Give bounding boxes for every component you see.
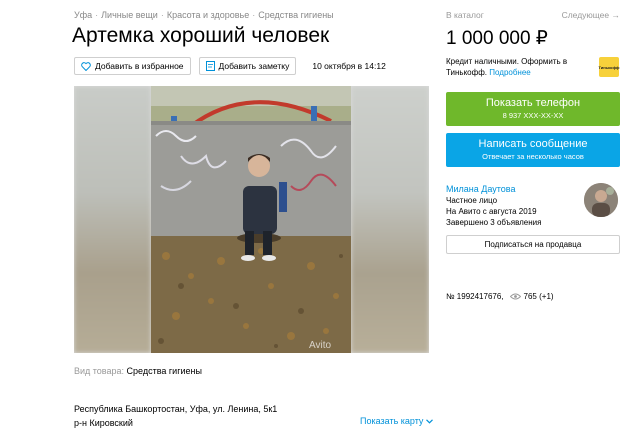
gallery-blur-right [351,86,429,353]
address-line: Республика Башкортостан, Уфа, ул. Ленина… [74,404,278,414]
photo-gallery[interactable]: Avito [74,86,429,353]
sidebar-nav: В каталог Следующее → [446,10,620,20]
breadcrumb-item-hygiene[interactable]: Средства гигиены [258,10,333,20]
listing-actions: Добавить в избранное Добавить заметку 10… [74,57,386,75]
seller-name-link[interactable]: Милана Даутова [446,184,515,194]
seller-closed-ads: Завершено 3 объявления [446,218,542,227]
subscribe-seller-button[interactable]: Подписаться на продавца [446,235,620,254]
phone-masked: 8 937 XXX-XX-XX [502,111,564,120]
add-note-button[interactable]: Добавить заметку [198,57,297,75]
item-type-value: Средства гигиены [126,366,202,376]
show-map-label: Показать карту [360,416,424,426]
catalog-link[interactable]: В каталог [446,10,484,20]
gallery-blur-left [74,86,151,353]
breadcrumb-separator: · [95,10,99,20]
page-title: Артемка хороший человек [72,24,330,47]
breadcrumb: Уфа · Личные вещи · Красота и здоровье · Средс… [74,10,334,20]
price: 1 000 000 ₽ [446,28,548,49]
seller-since: На Авито с августа 2019 [446,207,537,216]
publish-date: 10 октября в 14:12 [312,61,386,71]
listing-photo-image: Avito [151,86,351,353]
credit-offer: Кредит наличными. Оформить в Тинькофф. П… [446,56,596,78]
tinkoff-logo[interactable]: Тинькофф [598,57,620,77]
breadcrumb-item-personal[interactable]: Личные вещи [101,10,158,20]
listing-photo[interactable]: Avito [151,86,351,353]
breadcrumb-separator: · [160,10,164,20]
views-count: 765 (+1) [523,292,554,301]
listing-stats: № 1992417676, 765 (+1) [446,292,554,301]
show-phone-label: Показать телефон [485,97,581,109]
write-message-button[interactable]: Написать сообщение Отвечает за несколько… [446,133,620,167]
show-map-link[interactable]: Показать карту [360,416,434,426]
add-to-favorites-button[interactable]: Добавить в избранное [74,57,191,75]
breadcrumb-item-beauty[interactable]: Красота и здоровье [167,10,249,20]
breadcrumb-item-city[interactable]: Уфа [74,10,92,20]
district-line: р-н Кировский [74,418,133,428]
breadcrumb-separator: · [252,10,256,20]
show-phone-button[interactable]: Показать телефон 8 937 XXX-XX-XX [446,92,620,126]
add-note-label: Добавить заметку [218,61,290,71]
ad-number: № 1992417676, [446,292,504,301]
item-type-param: Вид товара: Средства гигиены [74,366,202,376]
chevron-down-icon [426,418,434,424]
address-block: Республика Башкортостан, Уфа, ул. Ленина… [74,402,277,430]
add-to-favorites-label: Добавить в избранное [95,61,184,71]
avatar-image [584,183,618,217]
heart-icon [81,61,91,71]
write-message-label: Написать сообщение [478,138,588,150]
seller-type: Частное лицо [446,196,498,205]
eye-icon [509,293,521,300]
note-icon [205,61,215,71]
item-type-key: Вид товара: [74,366,125,376]
response-time: Отвечает за несколько часов [482,152,584,161]
avatar[interactable] [584,183,618,217]
views-counter: 765 (+1) [509,292,554,301]
avito-watermark: Avito [309,340,331,351]
credit-more-link[interactable]: Подробнее [489,68,531,77]
next-listing-link[interactable]: Следующее → [562,10,620,20]
